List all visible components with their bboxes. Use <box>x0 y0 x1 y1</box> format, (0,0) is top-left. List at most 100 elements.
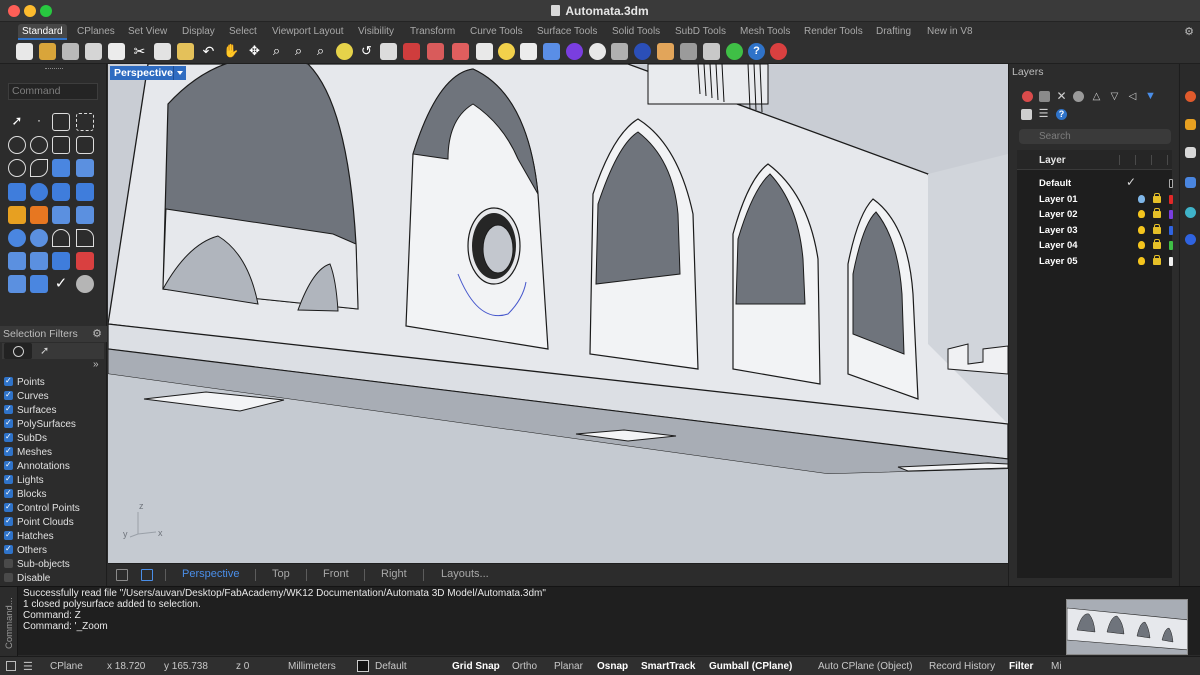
sphere-icon[interactable] <box>30 183 48 201</box>
tab-subd-tools[interactable]: SubD Tools <box>675 24 726 40</box>
checkbox-subds[interactable] <box>4 430 13 443</box>
extrude-icon[interactable] <box>52 159 70 177</box>
checkbox-curves[interactable] <box>4 388 13 401</box>
materials-panel-icon[interactable] <box>1185 119 1196 130</box>
filter-funnel-icon[interactable]: ▼ <box>1145 91 1156 102</box>
paste-icon[interactable] <box>177 43 194 60</box>
scale-icon[interactable] <box>30 275 48 293</box>
grid-snap-toggle[interactable]: Grid Snap <box>452 661 500 672</box>
checkbox-disable[interactable] <box>4 573 13 582</box>
current-layer-checkmark-icon[interactable]: ✓ <box>1126 175 1136 189</box>
zoom-window-icon[interactable]: ⌕ <box>290 43 307 60</box>
block-icon[interactable] <box>76 252 94 270</box>
minimized-status-item[interactable]: Mi <box>1051 661 1062 672</box>
cut-icon[interactable]: ✂ <box>131 43 148 60</box>
circle-icon[interactable] <box>8 136 26 154</box>
lightbulb-icon[interactable] <box>1138 226 1145 234</box>
tab-display[interactable]: Display <box>182 24 215 40</box>
checkbox-control-points[interactable] <box>4 500 13 513</box>
color-wheel-icon[interactable] <box>566 43 583 60</box>
move-icon[interactable] <box>8 275 26 293</box>
checkbox-lights[interactable] <box>4 472 13 485</box>
layer-row-03[interactable]: Layer 03 <box>1017 223 1173 238</box>
join-icon[interactable] <box>30 229 48 247</box>
grasshopper-icon[interactable] <box>726 43 743 60</box>
cylinder-icon[interactable] <box>52 183 70 201</box>
ellipse-icon[interactable] <box>30 136 48 154</box>
lock-icon[interactable] <box>1153 208 1161 218</box>
record-history-toggle[interactable]: Record History <box>929 661 995 672</box>
viewport-tab-perspective[interactable]: Perspective <box>182 568 239 580</box>
checkbox-sub-objects[interactable] <box>4 559 13 568</box>
display-panel-icon[interactable] <box>1185 177 1196 188</box>
save-icon[interactable] <box>62 43 79 60</box>
lightbulb-icon[interactable] <box>1138 241 1145 249</box>
layer-row-default[interactable]: Default ✓ <box>1017 175 1173 191</box>
history-icon[interactable] <box>703 43 720 60</box>
tab-mesh-tools[interactable]: Mesh Tools <box>740 24 790 40</box>
tab-transform[interactable]: Transform <box>410 24 455 40</box>
dimension-icon[interactable] <box>30 252 48 270</box>
new-sublayer-icon[interactable] <box>1039 91 1050 102</box>
offset-icon[interactable] <box>52 229 70 247</box>
polygon-icon[interactable] <box>76 136 94 154</box>
list-icon[interactable]: ☰ <box>23 660 33 673</box>
selection-tab-pointer-icon[interactable]: ➚ <box>40 345 52 357</box>
tab-select[interactable]: Select <box>229 24 257 40</box>
chat-icon[interactable] <box>770 43 787 60</box>
cplane-icon[interactable] <box>427 43 444 60</box>
layer-color-swatch[interactable] <box>1169 210 1173 219</box>
gumball-icon[interactable] <box>680 43 697 60</box>
layer-color-swatch[interactable] <box>1169 195 1173 204</box>
rotate-icon[interactable] <box>76 229 94 247</box>
command-input[interactable]: Command <box>8 83 98 100</box>
layer-column-header[interactable]: Layer <box>1039 155 1066 166</box>
planar-toggle[interactable]: Planar <box>554 661 583 672</box>
auto-cplane-toggle[interactable]: Auto CPlane (Object) <box>818 661 913 672</box>
boolean-icon[interactable] <box>30 206 48 224</box>
color-panel-icon[interactable] <box>1185 91 1196 102</box>
viewport-tab-front[interactable]: Front <box>323 568 349 580</box>
blend-icon[interactable] <box>8 229 26 247</box>
layers-search-input[interactable]: Search <box>1019 129 1171 144</box>
grid-layout-icon[interactable] <box>116 569 128 581</box>
box-icon[interactable] <box>8 183 26 201</box>
new-file-icon[interactable] <box>16 43 33 60</box>
single-viewport-icon[interactable] <box>141 569 153 581</box>
import-icon[interactable] <box>108 43 125 60</box>
checkbox-blocks[interactable] <box>4 486 13 499</box>
checkbox-hatches[interactable] <box>4 528 13 541</box>
viewport-thumbnail[interactable] <box>1066 599 1188 655</box>
lock-icon[interactable] <box>1153 239 1161 249</box>
filter-sub-objects[interactable]: Sub-objects <box>4 558 70 571</box>
new-layer-icon[interactable] <box>1022 91 1033 102</box>
filter-surfaces[interactable]: Surfaces <box>4 402 56 417</box>
render-icon[interactable] <box>657 43 674 60</box>
checkbox-others[interactable] <box>4 542 13 555</box>
copy-icon[interactable] <box>154 43 171 60</box>
properties-icon[interactable] <box>543 43 560 60</box>
array-icon[interactable] <box>52 252 70 270</box>
surface-icon[interactable] <box>76 159 94 177</box>
layer-row-04[interactable]: Layer 04 <box>1017 238 1173 253</box>
move-parent-icon[interactable]: ◁ <box>1127 91 1138 102</box>
layer-color-swatch[interactable] <box>1169 257 1173 266</box>
zoom-selected-icon[interactable] <box>336 43 353 60</box>
explode-icon[interactable] <box>8 206 26 224</box>
filter-point-clouds[interactable]: Point Clouds <box>4 514 74 529</box>
tab-standard[interactable]: Standard <box>18 24 67 40</box>
checkbox-meshes[interactable] <box>4 444 13 457</box>
ortho-toggle[interactable]: Ortho <box>512 661 537 672</box>
command-history-side-tab[interactable]: Command... <box>0 587 18 656</box>
filter-annotations[interactable]: Annotations <box>4 458 70 473</box>
lightbulb-icon[interactable] <box>1138 257 1145 265</box>
layer-row-05[interactable]: Layer 05 <box>1017 254 1173 269</box>
select-arrow-icon[interactable]: ➚ <box>8 113 26 131</box>
environment-panel-icon[interactable] <box>1185 207 1196 218</box>
viewport-tab-layouts[interactable]: Layouts... <box>441 568 489 580</box>
pan-hand-icon[interactable]: ✋ <box>223 43 240 60</box>
polyline-icon[interactable] <box>52 113 70 131</box>
lightbulb-icon[interactable] <box>498 43 515 60</box>
more-chevron-icon[interactable]: » <box>93 359 99 370</box>
cplane-label[interactable]: CPlane <box>50 661 83 672</box>
